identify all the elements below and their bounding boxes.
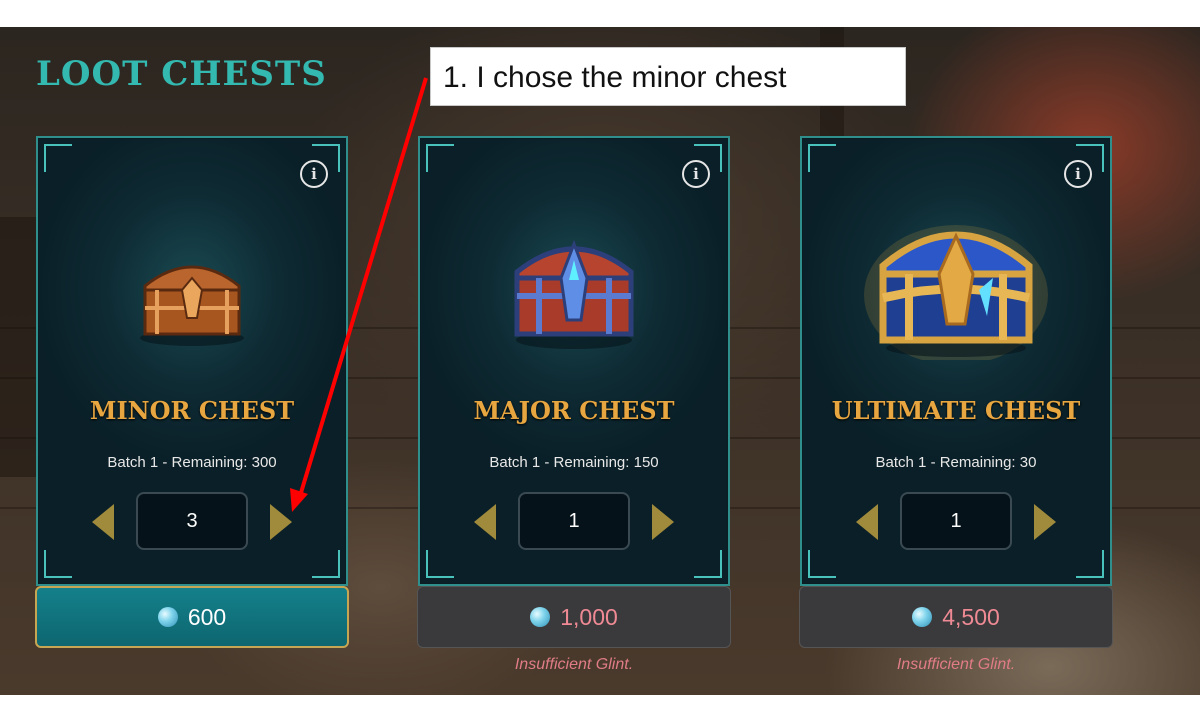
frame-corner xyxy=(808,550,836,578)
page-title: LOOT CHESTS xyxy=(36,54,327,94)
chevron-left-icon[interactable] xyxy=(474,504,496,540)
chest-name: ULTIMATE CHEST xyxy=(831,396,1081,425)
price-label: 600 xyxy=(187,603,227,630)
ultimate-chest-card[interactable]: i ULTIMATE CHEST Batch 1 - Remaining: 30… xyxy=(800,136,1112,586)
buy-ultimate-chest-button[interactable]: 4,500 xyxy=(799,586,1113,648)
price-label: 4,500 xyxy=(942,603,1000,630)
glint-gem-icon xyxy=(912,607,933,627)
chevron-right-icon[interactable] xyxy=(652,504,674,540)
frame-corner xyxy=(44,144,72,172)
batch-remaining: Batch 1 - Remaining: 30 xyxy=(875,454,1037,471)
quantity-value[interactable]: 3 xyxy=(136,492,248,550)
info-icon[interactable]: i xyxy=(682,160,710,188)
buy-minor-chest-button[interactable]: 600 xyxy=(35,586,349,648)
quantity-stepper: 1 xyxy=(420,492,728,552)
buy-major-chest-button[interactable]: 1,000 xyxy=(417,586,731,648)
quantity-value[interactable]: 1 xyxy=(518,492,630,550)
major-chest-card[interactable]: i MAJOR CHEST Batch 1 - Remaining: 150 1 xyxy=(418,136,730,586)
frame-corner xyxy=(44,550,72,578)
batch-remaining: Batch 1 - Remaining: 300 xyxy=(107,454,277,471)
frame-corner xyxy=(1076,550,1104,578)
frame-corner xyxy=(312,550,340,578)
frame-corner xyxy=(808,144,836,172)
major-chest-image xyxy=(499,220,649,350)
chevron-right-icon[interactable] xyxy=(1034,504,1056,540)
quantity-stepper: 3 xyxy=(38,492,346,552)
chevron-left-icon[interactable] xyxy=(92,504,114,540)
ultimate-chest-image xyxy=(861,200,1051,360)
annotation-callout: 1. I chose the minor chest xyxy=(430,47,906,106)
minor-chest-image xyxy=(127,238,257,348)
batch-remaining: Batch 1 - Remaining: 150 xyxy=(489,454,659,471)
quantity-stepper: 1 xyxy=(802,492,1110,552)
chevron-right-icon[interactable] xyxy=(270,504,292,540)
chest-name: MINOR CHEST xyxy=(89,396,295,425)
insufficient-funds-text: Insufficient Glint. xyxy=(514,656,634,673)
glint-gem-icon xyxy=(157,607,178,627)
glint-gem-icon xyxy=(530,607,551,627)
insufficient-funds-text: Insufficient Glint. xyxy=(896,656,1016,673)
frame-corner xyxy=(426,550,454,578)
price-label: 1,000 xyxy=(560,603,618,630)
quantity-value[interactable]: 1 xyxy=(900,492,1012,550)
chest-name: MAJOR CHEST xyxy=(473,396,675,425)
frame-corner xyxy=(694,550,722,578)
minor-chest-card[interactable]: i MINOR CHEST Batch 1 - Remaining: 300 3 xyxy=(36,136,348,586)
frame-corner xyxy=(426,144,454,172)
info-icon[interactable]: i xyxy=(300,160,328,188)
chevron-left-icon[interactable] xyxy=(856,504,878,540)
info-icon[interactable]: i xyxy=(1064,160,1092,188)
